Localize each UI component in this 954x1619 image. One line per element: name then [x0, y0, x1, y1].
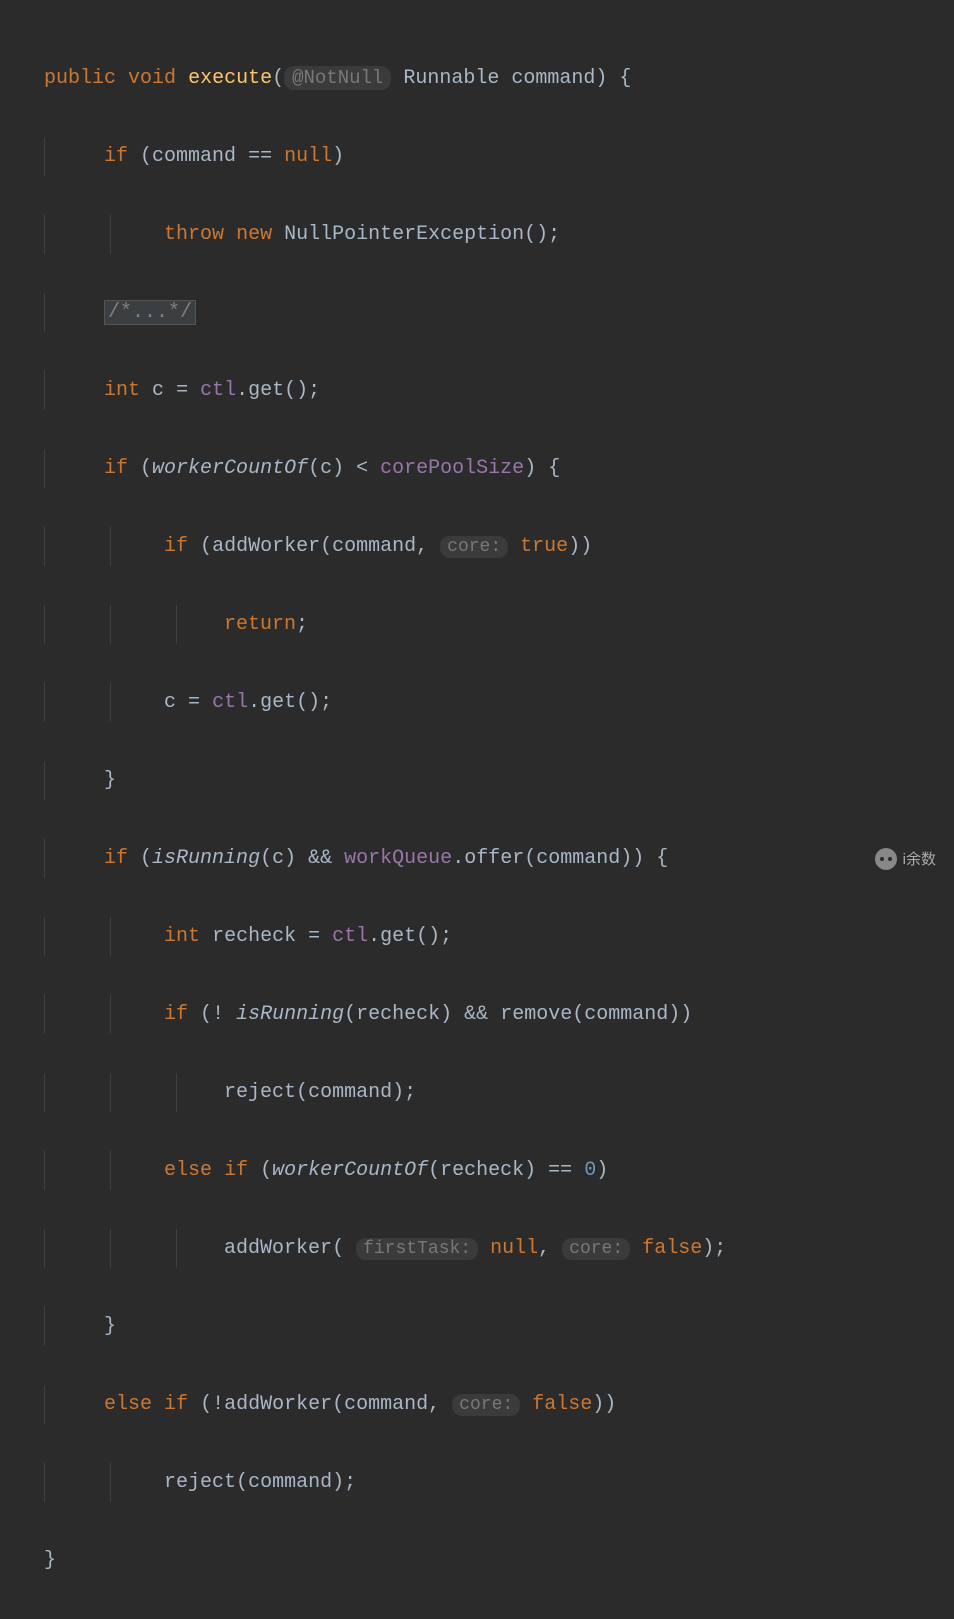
- folded-comment[interactable]: /*...*/: [104, 300, 196, 325]
- keyword-void: void: [128, 67, 176, 90]
- keyword-return: return: [224, 613, 296, 636]
- type-npe: NullPointerException: [284, 223, 524, 246]
- keyword-public: public: [44, 67, 116, 90]
- watermark-text: i余数: [903, 845, 936, 874]
- annotation-notnull: @NotNull: [284, 66, 391, 90]
- field-corePoolSize: corePoolSize: [380, 457, 524, 480]
- hint-core: core:: [440, 536, 508, 558]
- keyword-if: if: [104, 145, 128, 168]
- method-execute: execute: [188, 67, 272, 90]
- keyword-else: else: [164, 1159, 212, 1182]
- keyword-int: int: [104, 379, 140, 402]
- keyword-new: new: [236, 223, 272, 246]
- method-isRunning: isRunning: [152, 847, 260, 870]
- code-editor[interactable]: public void execute(@NotNull Runnable co…: [30, 20, 954, 1619]
- keyword-null: null: [284, 145, 332, 168]
- hint-firstTask: firstTask:: [356, 1238, 478, 1260]
- method-workerCountOf: workerCountOf: [152, 457, 308, 480]
- keyword-throw: throw: [164, 223, 224, 246]
- method-addWorker: addWorker: [212, 535, 320, 558]
- watermark: i余数: [875, 845, 936, 874]
- wechat-icon: [875, 848, 897, 870]
- param-command: command: [511, 67, 595, 90]
- type-runnable: Runnable: [403, 67, 499, 90]
- field-workQueue: workQueue: [344, 847, 452, 870]
- field-ctl: ctl: [200, 379, 236, 402]
- method-reject: reject: [224, 1081, 296, 1104]
